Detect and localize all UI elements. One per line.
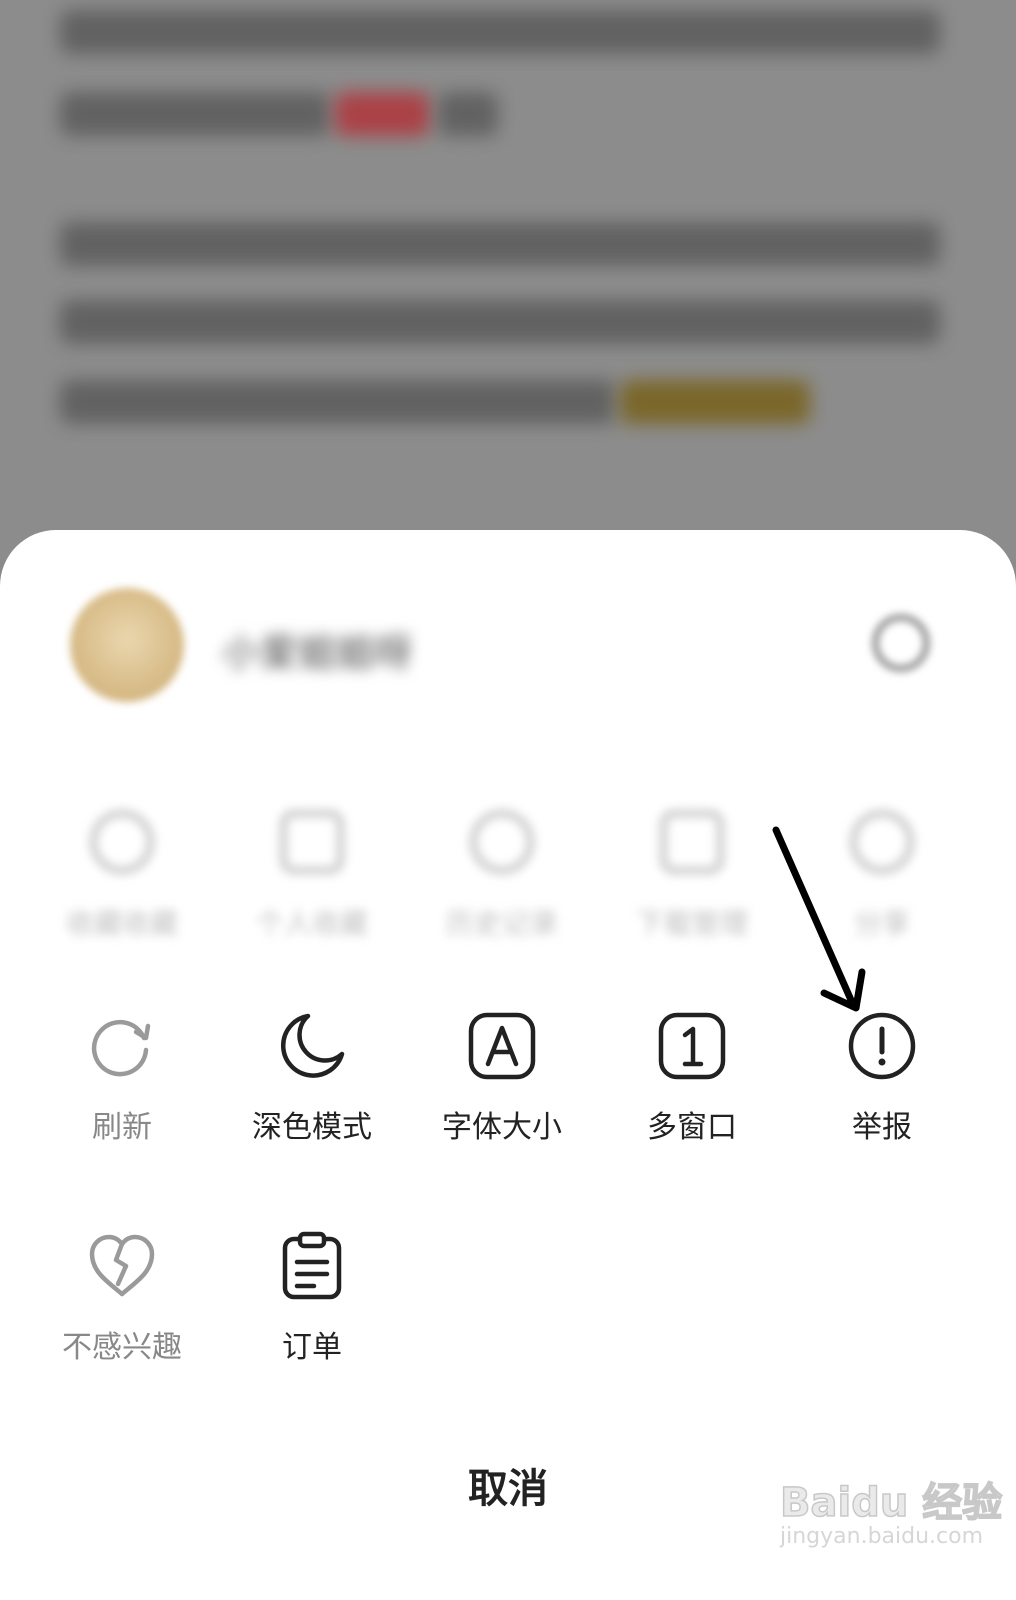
multi-window-icon	[658, 1012, 726, 1080]
article-text-line	[60, 222, 940, 266]
refresh-icon	[91, 1019, 151, 1077]
article-highlight-gold	[620, 380, 810, 424]
blurred-action-history[interactable]: 历史记录	[422, 790, 582, 990]
watermark-brand: Baidu 经验	[779, 1479, 1003, 1527]
font-size-icon	[468, 1012, 536, 1080]
broken-heart-icon	[89, 1234, 155, 1297]
blurred-action-label: 个人收藏	[255, 907, 368, 940]
cloud-icon	[850, 810, 914, 874]
article-backdrop	[0, 0, 1016, 560]
article-text-line	[60, 10, 940, 54]
not-interested-label: 不感兴趣	[62, 1330, 182, 1365]
order-label: 订单	[282, 1330, 342, 1365]
blurred-action-bookmark[interactable]: 个人收藏	[232, 790, 392, 990]
blurred-action-label: 收藏收藏	[65, 907, 178, 940]
watermark-url: jingyan.baidu.com	[780, 1524, 984, 1549]
font-size-label: 字体大小	[442, 1110, 562, 1145]
blurred-action-label: 历史记录	[445, 907, 558, 940]
dark-mode-button[interactable]: 深色模式	[217, 1010, 407, 1190]
article-text-line	[60, 300, 940, 344]
blurred-action-label: 分享	[853, 907, 910, 940]
cancel-button[interactable]: 取消	[358, 1440, 658, 1530]
order-button[interactable]: 订单	[217, 1230, 407, 1410]
blurred-action-download[interactable]: 下载管理	[612, 790, 772, 990]
blurred-action-share[interactable]: 分享	[802, 790, 962, 990]
blurred-action-row: 收藏收藏 个人收藏 历史记录 下载管理 分享	[0, 790, 1016, 990]
article-text-line	[438, 92, 498, 136]
font-size-button[interactable]: 字体大小	[407, 1010, 597, 1190]
download-icon	[660, 810, 724, 874]
star-icon	[90, 810, 154, 874]
account-name: 小爱姐姐呀	[222, 631, 413, 675]
report-button[interactable]: 举报	[787, 1010, 977, 1190]
article-text-line	[60, 380, 615, 424]
account-row[interactable]: 小爱姐姐呀	[0, 530, 1016, 730]
bookmark-icon	[280, 810, 344, 874]
order-icon	[282, 1231, 342, 1300]
blurred-action-label: 下载管理	[635, 907, 748, 940]
settings-icon[interactable]	[872, 614, 930, 672]
multi-window-label: 多窗口	[647, 1110, 737, 1145]
baidu-jingyan-watermark: Baidu 经验 jingyan.baidu.com	[770, 1460, 1010, 1580]
report-icon	[848, 1012, 916, 1080]
refresh-button[interactable]: 刷新	[27, 1010, 217, 1190]
moon-icon	[280, 1013, 345, 1078]
refresh-label: 刷新	[92, 1110, 152, 1145]
article-highlight-red	[335, 92, 430, 136]
dark-mode-label: 深色模式	[252, 1110, 372, 1145]
more-menu-sheet: 小爱姐姐呀 收藏收藏 个人收藏 历史记录 下载管理 分享 刷新 深色模式 字体大…	[0, 530, 1016, 1600]
blurred-action-star[interactable]: 收藏收藏	[42, 790, 202, 990]
clock-icon	[470, 810, 534, 874]
article-text-line	[60, 92, 330, 136]
multi-window-button[interactable]: 多窗口	[597, 1010, 787, 1190]
not-interested-button[interactable]: 不感兴趣	[27, 1230, 217, 1410]
avatar[interactable]	[70, 588, 184, 702]
report-label: 举报	[852, 1110, 912, 1145]
